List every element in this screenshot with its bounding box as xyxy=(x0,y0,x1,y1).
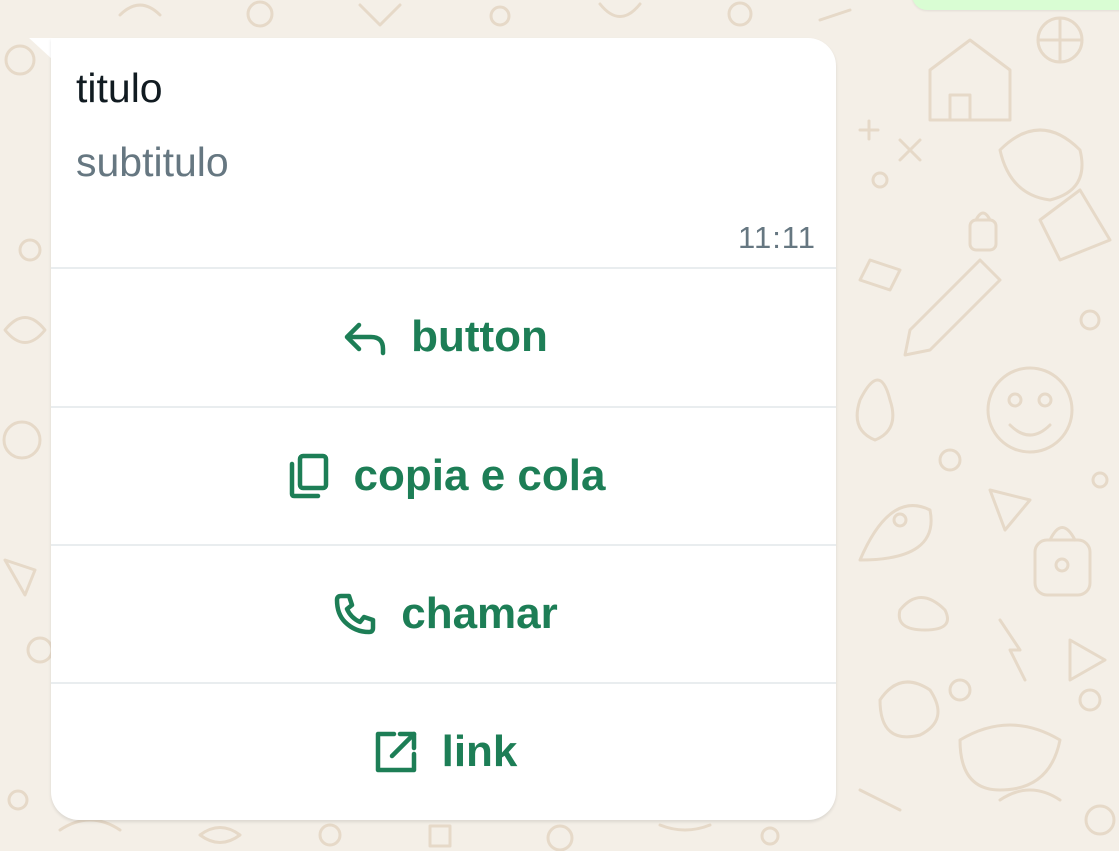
quick-reply-label: button xyxy=(411,312,548,361)
message-subtitle: subtitulo xyxy=(76,139,229,185)
external-link-icon xyxy=(370,726,422,778)
open-link-label: link xyxy=(441,727,518,776)
reply-icon xyxy=(339,311,391,363)
message-timestamp: 11:11 xyxy=(738,220,816,255)
message-bubble[interactable]: titulo subtitulo 11:11 button copia e co… xyxy=(51,38,836,820)
message-title: titulo xyxy=(76,65,163,111)
copy-code-button[interactable]: copia e cola xyxy=(51,406,836,544)
quick-reply-button[interactable]: button xyxy=(51,267,836,405)
copy-code-label: copia e cola xyxy=(353,451,606,500)
copy-icon xyxy=(282,450,334,502)
open-link-button[interactable]: link xyxy=(51,682,836,820)
phone-icon xyxy=(329,588,381,640)
bubble-tail xyxy=(29,38,53,60)
call-button[interactable]: chamar xyxy=(51,544,836,682)
call-label: chamar xyxy=(401,589,558,638)
outgoing-message-bubble[interactable] xyxy=(912,0,1119,10)
